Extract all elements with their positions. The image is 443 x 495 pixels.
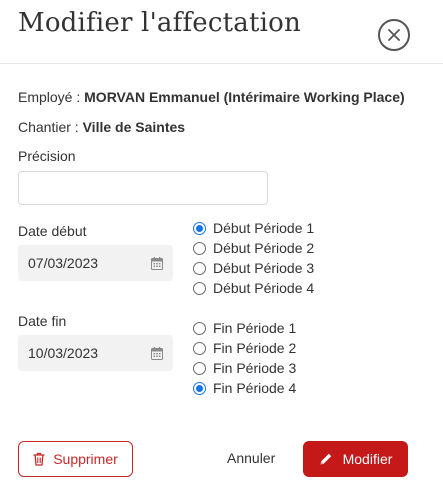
chantier-value: Ville de Saintes — [82, 119, 186, 135]
radio-debut-periode-1[interactable]: Début Période 1 — [193, 218, 314, 238]
close-icon — [388, 29, 400, 41]
modal-title: Modifier l'affectation — [18, 8, 301, 38]
calendar-icon[interactable] — [151, 346, 163, 360]
modify-label: Modifier — [342, 451, 393, 467]
radio-button[interactable] — [193, 341, 206, 355]
radio-debut-periode-3[interactable]: Début Période 3 — [193, 258, 314, 278]
precision-label: Précision — [18, 148, 76, 164]
radio-button[interactable] — [193, 361, 206, 375]
calendar-icon[interactable] — [151, 256, 163, 270]
radio-label: Début Période 2 — [213, 240, 315, 256]
close-button[interactable] — [378, 19, 410, 51]
radio-label: Début Période 4 — [213, 280, 315, 296]
cancel-button[interactable]: Annuler — [227, 450, 275, 466]
chantier-info: Chantier : Ville de Saintes — [18, 119, 185, 135]
employe-value: MORVAN Emmanuel (Intérimaire Working Pla… — [84, 89, 405, 105]
delete-label: Supprimer — [53, 451, 118, 467]
header-divider — [0, 63, 443, 64]
delete-button[interactable]: Supprimer — [18, 441, 133, 477]
date-fin-input[interactable]: 10/03/2023 — [18, 335, 173, 371]
fin-periode-radio-group: Fin Période 1 Fin Période 2 Fin Période … — [193, 318, 296, 398]
date-fin-label: Date fin — [18, 313, 67, 329]
radio-label: Fin Période 3 — [213, 360, 297, 376]
radio-label: Fin Période 4 — [213, 380, 297, 396]
radio-debut-periode-2[interactable]: Début Période 2 — [193, 238, 314, 258]
pencil-icon — [320, 453, 331, 465]
employe-info: Employé : MORVAN Emmanuel (Intérimaire W… — [18, 89, 405, 105]
radio-label: Fin Période 2 — [213, 340, 297, 356]
radio-fin-periode-2[interactable]: Fin Période 2 — [193, 338, 296, 358]
radio-label: Début Période 1 — [213, 220, 315, 236]
date-debut-label: Date début — [18, 223, 87, 239]
radio-label: Fin Période 1 — [213, 320, 297, 336]
radio-label: Début Période 3 — [213, 260, 315, 276]
radio-button[interactable] — [193, 261, 206, 275]
date-debut-value: 07/03/2023 — [28, 255, 99, 271]
employe-label: Employé : — [18, 89, 85, 105]
radio-button[interactable] — [193, 221, 206, 235]
radio-fin-periode-4[interactable]: Fin Période 4 — [193, 378, 296, 398]
modify-button[interactable]: Modifier — [303, 441, 408, 477]
chantier-label: Chantier : — [18, 119, 83, 135]
date-debut-input[interactable]: 07/03/2023 — [18, 245, 173, 281]
trash-icon — [33, 452, 45, 466]
radio-debut-periode-4[interactable]: Début Période 4 — [193, 278, 314, 298]
date-fin-value: 10/03/2023 — [28, 345, 99, 361]
debut-periode-radio-group: Début Période 1 Début Période 2 Début Pé… — [193, 218, 314, 298]
radio-fin-periode-1[interactable]: Fin Période 1 — [193, 318, 296, 338]
precision-input[interactable] — [18, 171, 268, 205]
radio-fin-periode-3[interactable]: Fin Période 3 — [193, 358, 296, 378]
radio-button[interactable] — [193, 381, 206, 395]
radio-button[interactable] — [193, 281, 206, 295]
radio-button[interactable] — [193, 321, 206, 335]
radio-button[interactable] — [193, 241, 206, 255]
